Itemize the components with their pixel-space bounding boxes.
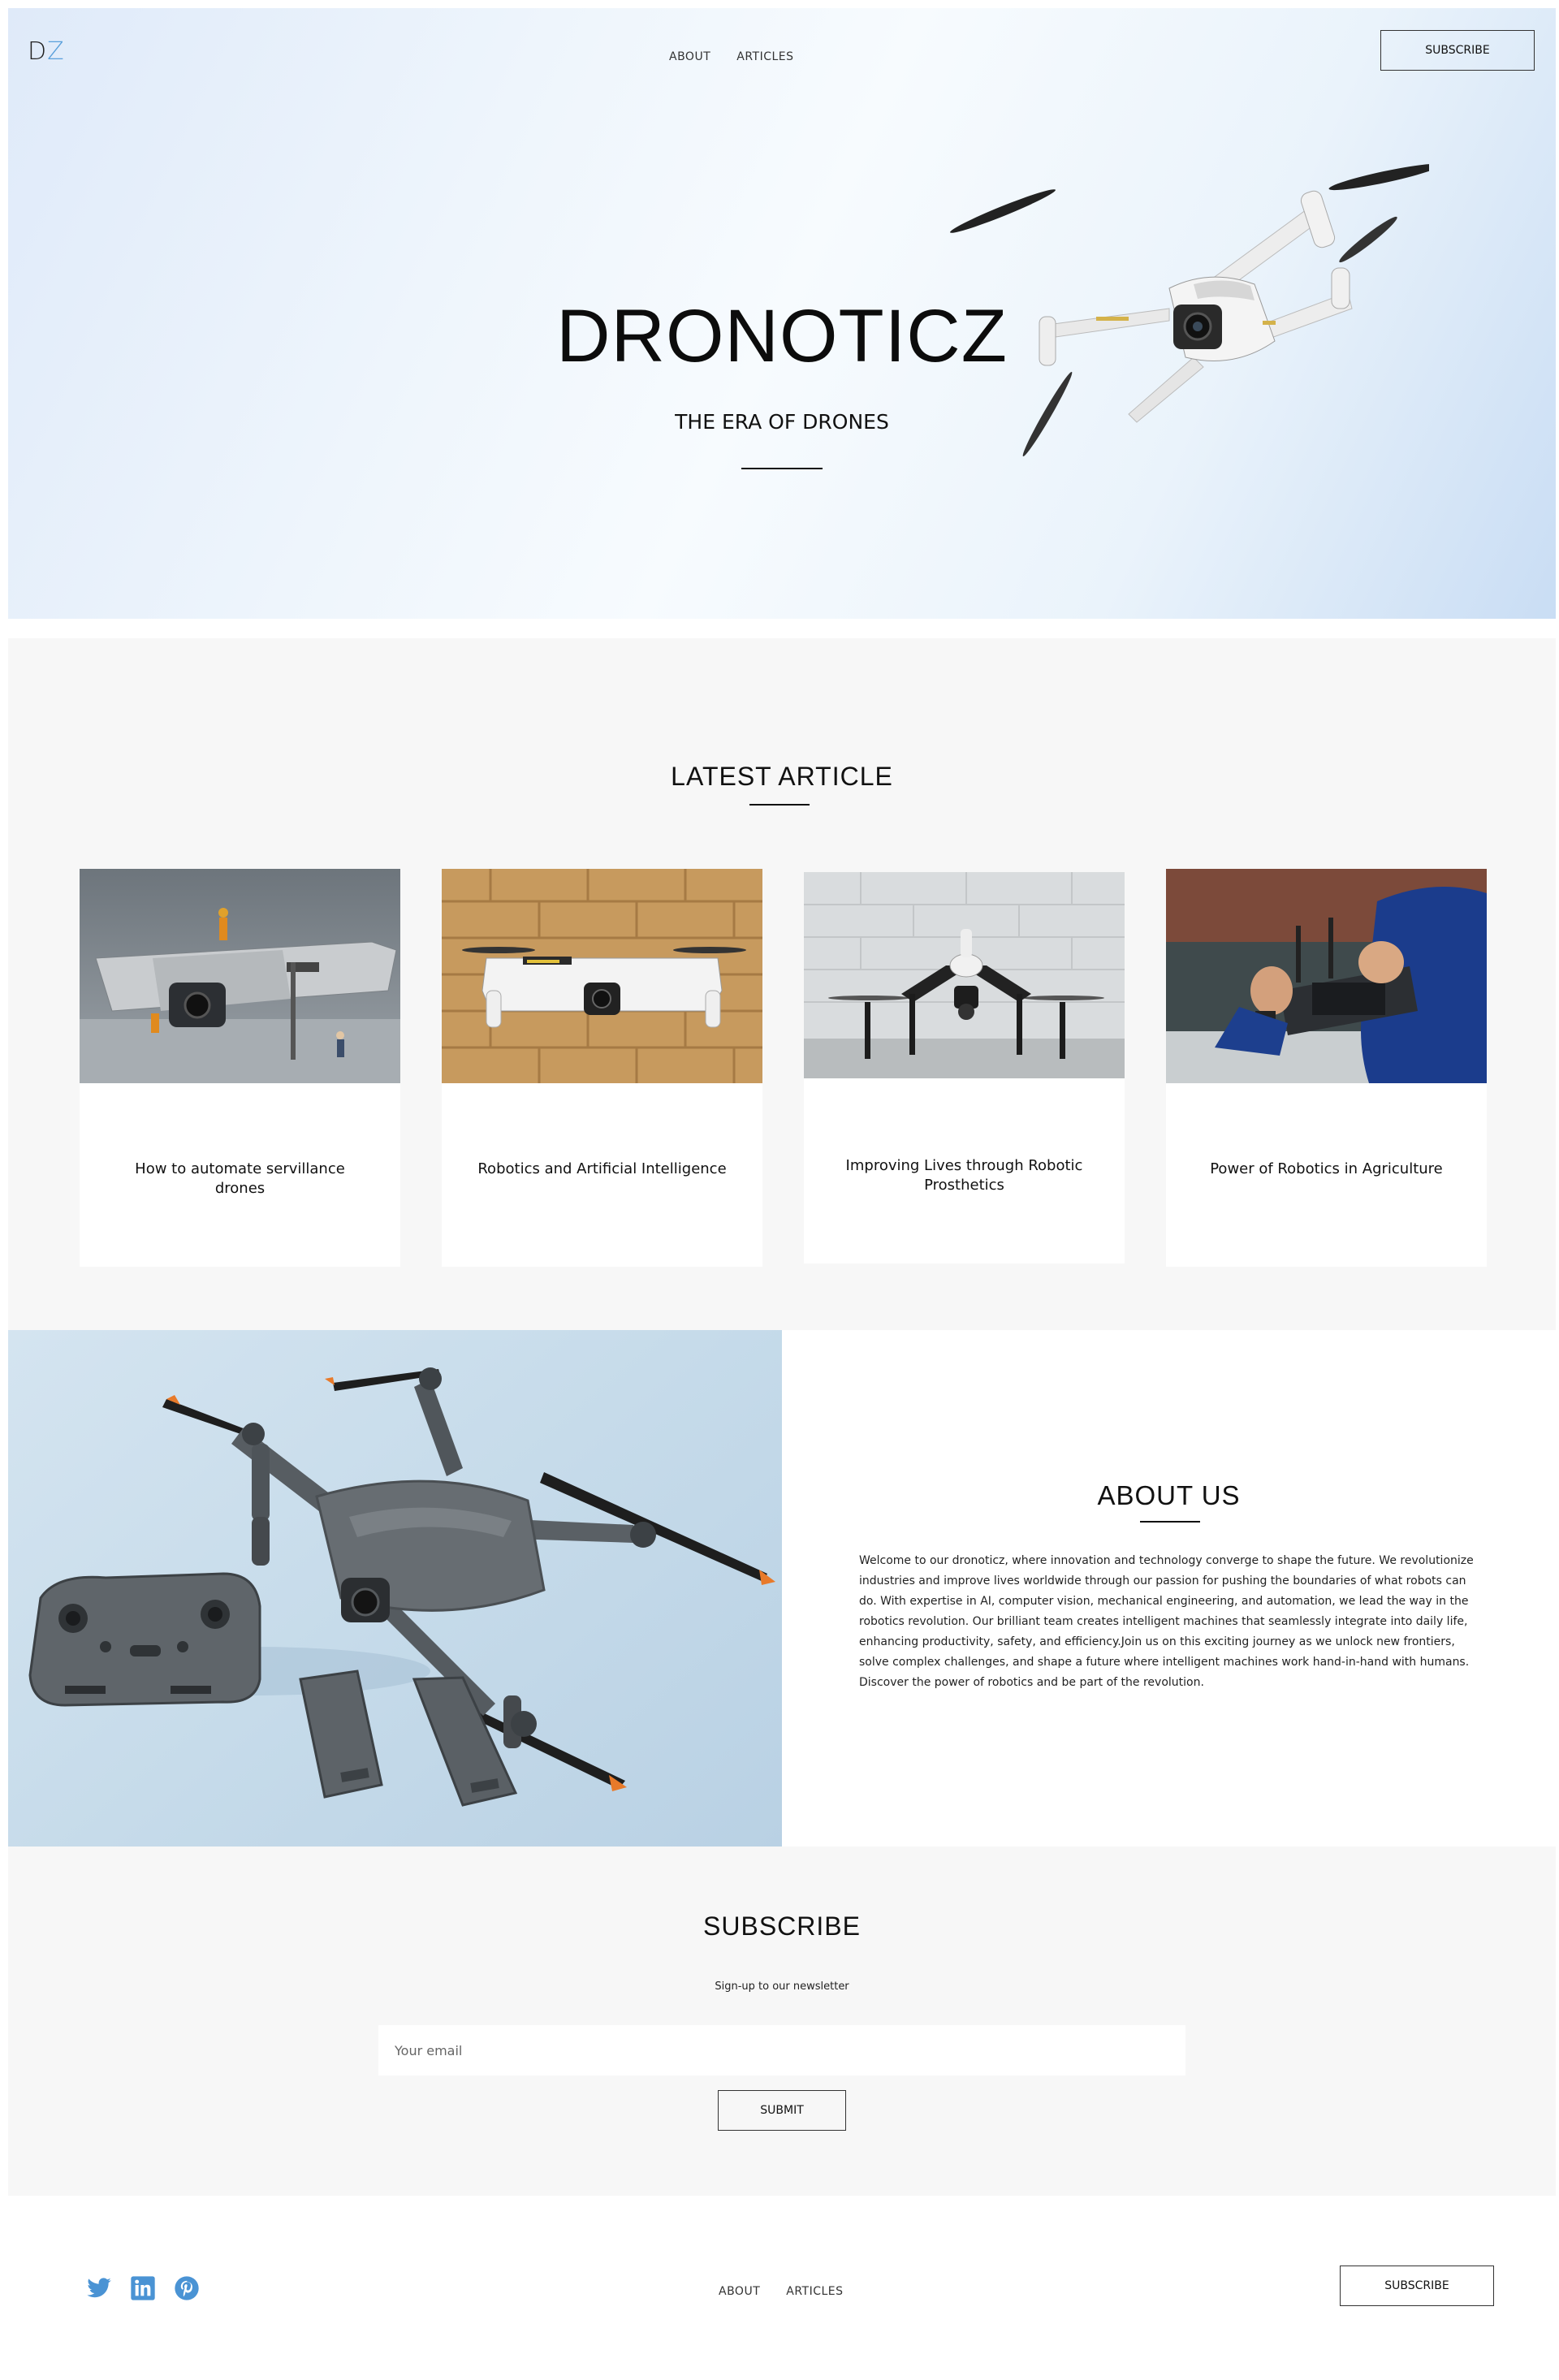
logo-letter-z: Z [47,37,65,66]
header-subscribe-button[interactable]: SUBSCRIBE [1380,30,1535,71]
nav-articles-link[interactable]: ARTICLES [736,50,793,63]
submit-button[interactable]: SUBMIT [718,2090,846,2131]
article-card-2[interactable]: Robotics and Artificial Intelligence [442,869,762,1267]
article-2-image[interactable] [442,869,762,1083]
site-logo[interactable]: DZ [28,37,65,66]
pinterest-icon[interactable] [174,2275,200,2301]
latest-article-divider [749,804,810,806]
about-us-divider [1140,1521,1200,1523]
article-4-title[interactable]: Power of Robotics in Agriculture [1198,1160,1454,1179]
footer: ABOUT ARTICLES SUBSCRIBE [8,2196,1556,2380]
article-3-title[interactable]: Improving Lives through Robotic Prosthet… [836,1156,1092,1195]
logo-letter-d: D [28,37,48,66]
hero-subtitle: THE ERA OF DRONES [675,410,889,434]
article-4-image[interactable] [1166,869,1487,1083]
subscribe-heading: SUBSCRIBE [703,1911,861,1941]
hero-divider [741,468,823,469]
footer-articles-link[interactable]: ARTICLES [786,2285,843,2298]
twitter-icon[interactable] [86,2275,112,2301]
about-drone-image [8,1330,782,1847]
subscribe-section: SUBSCRIBE Sign-up to our newsletter SUBM… [8,1847,1556,2196]
footer-navigation: ABOUT ARTICLES [719,2285,844,2298]
top-navigation: ABOUT ARTICLES [669,50,794,63]
article-3-image[interactable] [804,872,1125,1078]
hero-section: DZ ABOUT ARTICLES SUBSCRIBE DRONOTICZ TH… [8,8,1556,619]
latest-article-section: LATEST ARTICLE How to automate servillan… [8,638,1556,1330]
linkedin-icon[interactable] [130,2275,156,2301]
article-2-title[interactable]: Robotics and Artificial Intelligence [474,1160,730,1179]
subscribe-note: Sign-up to our newsletter [715,1980,849,1993]
about-us-heading: ABOUT US [1097,1480,1241,1510]
footer-about-link[interactable]: ABOUT [719,2285,760,2298]
nav-about-link[interactable]: ABOUT [669,50,710,63]
article-1-image[interactable] [80,869,400,1083]
article-card-1[interactable]: How to automate servillance drones [80,869,400,1267]
hero-title: DRONOTICZ [556,295,1008,378]
social-links [86,2275,200,2301]
article-1-title[interactable]: How to automate servillance drones [112,1160,368,1199]
article-card-4[interactable]: Power of Robotics in Agriculture [1166,869,1487,1267]
email-input[interactable] [378,2025,1185,2075]
latest-article-heading: LATEST ARTICLE [671,762,893,791]
footer-subscribe-button[interactable]: SUBSCRIBE [1340,2266,1494,2306]
about-us-text: Welcome to our dronoticz, where innovati… [859,1554,1474,1689]
article-card-3[interactable]: Improving Lives through Robotic Prosthet… [804,872,1125,1263]
